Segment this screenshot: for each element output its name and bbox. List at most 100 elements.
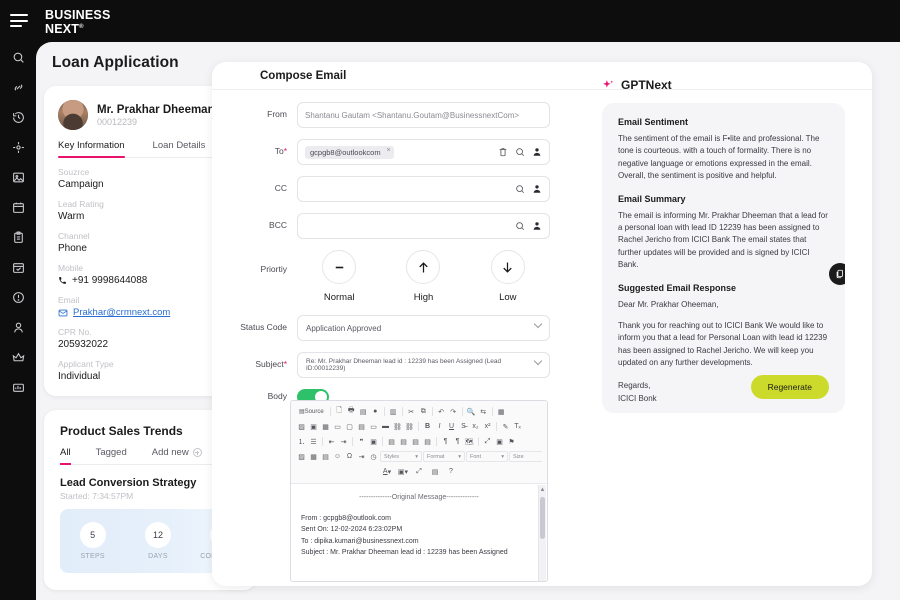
tab-key-information[interactable]: Key Information xyxy=(58,140,125,158)
editor-align-right-icon[interactable]: ▤ xyxy=(410,436,421,447)
editor-language-icon[interactable]: 🗺 xyxy=(464,436,475,447)
editor-decrease-indent-icon[interactable]: ⇤ xyxy=(326,436,337,447)
rail-item-scheduled[interactable] xyxy=(0,252,36,282)
editor-select-all-icon[interactable]: ▦ xyxy=(496,406,507,417)
menu-icon[interactable] xyxy=(10,14,28,27)
editor-redo-icon[interactable]: ↷ xyxy=(448,406,459,417)
email-link[interactable]: Prakhar@crmnext.com xyxy=(73,307,170,318)
rail-item-links[interactable] xyxy=(0,72,36,102)
editor-image2-icon[interactable]: ▨ xyxy=(296,451,307,462)
editor-print-preview-icon[interactable]: 🖶 xyxy=(346,406,357,417)
editor-size-combo[interactable]: Size▾ xyxy=(509,451,542,462)
editor-maximize-icon[interactable]: ⤢ xyxy=(482,436,493,447)
editor-page-break2-icon[interactable]: ⇥ xyxy=(356,451,367,462)
trash-icon[interactable] xyxy=(498,147,508,157)
trends-tab-tagged[interactable]: Tagged xyxy=(96,447,127,464)
rail-item-history[interactable] xyxy=(0,102,36,132)
contact-icon[interactable] xyxy=(532,184,542,194)
priority-option-normal[interactable]: Normal xyxy=(297,250,381,303)
subject-select[interactable]: Re: Mr. Prakhar Dheeman lead id : 12239 … xyxy=(297,352,550,378)
to-recipient-chip[interactable]: gcpgb8@outlookcom × xyxy=(305,145,394,159)
editor-link-icon[interactable]: ⛓ xyxy=(392,421,403,432)
editor-blockquote-icon[interactable]: ❞ xyxy=(356,436,367,447)
editor-scrollbar[interactable]: ▲ ▼ xyxy=(538,485,546,581)
editor-align-left-icon[interactable]: ▤ xyxy=(386,436,397,447)
editor-table2-icon[interactable]: ▦ xyxy=(308,451,319,462)
editor-find-icon[interactable]: 🔍 xyxy=(466,406,477,417)
editor-font-combo[interactable]: Font ▾ xyxy=(466,451,508,462)
rail-item-reports[interactable] xyxy=(0,372,36,402)
copy-response-button[interactable] xyxy=(829,263,845,285)
editor-new-page-icon[interactable]: 🗋 xyxy=(334,406,345,417)
from-input[interactable]: Shantanu Gautam <Shantanu.Goutam@Busines… xyxy=(297,102,550,128)
scroll-up-icon[interactable]: ▲ xyxy=(539,485,546,495)
editor-page-break-icon[interactable]: ▭ xyxy=(368,421,379,432)
rail-item-leads[interactable] xyxy=(0,342,36,372)
close-icon[interactable]: × xyxy=(386,147,390,154)
editor-about-icon[interactable]: ? xyxy=(446,466,457,477)
editor-bulleted-list-icon[interactable]: ☰ xyxy=(308,436,319,447)
editor-iframe-icon[interactable]: ▬ xyxy=(380,421,391,432)
editor-underline-icon[interactable]: U xyxy=(446,421,457,432)
editor-styles-combo[interactable]: Styles ▾ xyxy=(380,451,422,462)
rail-item-opportunities[interactable] xyxy=(0,132,36,162)
editor-text-color-icon[interactable]: Tₓ xyxy=(512,421,523,432)
editor-copy-icon[interactable]: ⧉ xyxy=(418,406,429,417)
editor-smiley-icon[interactable]: ▢ xyxy=(344,421,355,432)
editor-bold-icon[interactable]: B xyxy=(422,421,433,432)
priority-option-low[interactable]: Low xyxy=(466,250,550,303)
editor-document-icon[interactable]: ▥ xyxy=(388,406,399,417)
editor-special-char-icon[interactable]: ▤ xyxy=(356,421,367,432)
search-icon[interactable] xyxy=(515,147,525,157)
editor-hr2-icon[interactable]: ▤ xyxy=(320,451,331,462)
editor-bg-color-icon[interactable]: ▣▾ xyxy=(398,466,409,477)
editor-strike-icon[interactable]: S̶ xyxy=(458,421,469,432)
editor-clock-icon[interactable]: ◷ xyxy=(368,451,379,462)
editor-subscript-icon[interactable]: x₂ xyxy=(470,421,481,432)
editor-format-combo[interactable]: Format ▾ xyxy=(423,451,465,462)
editor-increase-indent-icon[interactable]: ⇥ xyxy=(338,436,349,447)
editor-hr-icon[interactable]: ▭ xyxy=(332,421,343,432)
editor-replace-icon[interactable]: ⇆ xyxy=(478,406,489,417)
editor-cut-icon[interactable]: ✂ xyxy=(406,406,417,417)
editor-div-container-icon[interactable]: ▣ xyxy=(368,436,379,447)
rail-item-contacts[interactable] xyxy=(0,312,36,342)
editor-text-color2-icon[interactable]: A ▾ xyxy=(382,466,393,477)
editor-flag-icon[interactable]: ⚑ xyxy=(506,436,517,447)
editor-smiley2-icon[interactable]: ☺ xyxy=(332,451,343,462)
editor-image-icon[interactable]: ▨ xyxy=(296,421,307,432)
search-icon[interactable] xyxy=(515,184,525,194)
trends-tab-add-new[interactable]: Add new xyxy=(152,447,202,464)
editor-table-icon[interactable]: ▦ xyxy=(320,421,331,432)
rail-item-info[interactable] xyxy=(0,282,36,312)
editor-remove-format-icon[interactable]: ✎ xyxy=(500,421,511,432)
cc-input[interactable] xyxy=(297,176,550,202)
editor-body[interactable]: --------------Original Message----------… xyxy=(291,484,547,581)
editor-undo-icon[interactable]: ↶ xyxy=(436,406,447,417)
contact-icon[interactable] xyxy=(532,221,542,231)
editor-maximize2-icon[interactable]: ⤢ xyxy=(414,466,425,477)
editor-show-blocks-icon[interactable]: ▣ xyxy=(494,436,505,447)
priority-option-high[interactable]: High xyxy=(381,250,465,303)
to-input[interactable]: gcpgb8@outlookcom × xyxy=(297,139,550,165)
editor-source-button[interactable]: ▤ Source xyxy=(296,406,327,417)
editor-align-center-icon[interactable]: ▤ xyxy=(398,436,409,447)
rail-item-tasks[interactable] xyxy=(0,222,36,252)
editor-numbered-list-icon[interactable]: ⒈ xyxy=(296,436,307,447)
rail-item-media[interactable] xyxy=(0,162,36,192)
editor-unlink-icon[interactable]: ⛓ xyxy=(404,421,415,432)
editor-italic-icon[interactable]: I xyxy=(434,421,445,432)
editor-rtl-icon[interactable]: ¶ xyxy=(452,436,463,447)
rail-item-calendar[interactable] xyxy=(0,192,36,222)
contact-icon[interactable] xyxy=(532,147,542,157)
editor-omega-icon[interactable]: Ω xyxy=(344,451,355,462)
status-code-select[interactable]: Application Approved xyxy=(297,315,550,341)
tab-loan-details[interactable]: Loan Details xyxy=(153,140,206,157)
scrollbar-thumb[interactable] xyxy=(540,497,545,539)
regenerate-button[interactable]: Regenerate xyxy=(750,375,829,399)
search-icon[interactable] xyxy=(515,221,525,231)
editor-ltr-icon[interactable]: ¶ xyxy=(440,436,451,447)
editor-show-blocks2-icon[interactable]: ▤ xyxy=(430,466,441,477)
editor-flash-icon[interactable]: ▣ xyxy=(308,421,319,432)
editor-justify-icon[interactable]: ▤ xyxy=(422,436,433,447)
